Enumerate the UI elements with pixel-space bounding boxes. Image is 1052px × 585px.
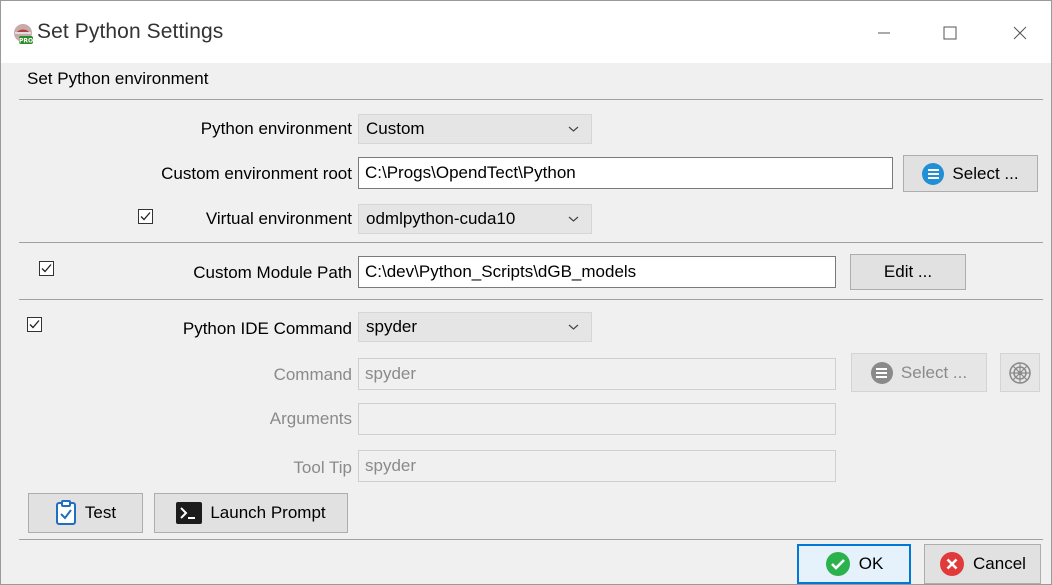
close-icon [1013, 26, 1027, 40]
select-command-button[interactable]: Select ... [851, 353, 987, 392]
module-path-checkbox[interactable] [39, 261, 54, 276]
test-button[interactable]: Test [28, 493, 143, 533]
section-divider [19, 299, 1043, 300]
edit-button-label: Edit ... [883, 262, 933, 281]
cancel-circle-icon [940, 552, 965, 576]
clipboard-check-icon [55, 500, 76, 525]
window-title: Set Python Settings [37, 20, 224, 43]
python-environment-value: Custom [366, 119, 425, 138]
command-input[interactable]: spyder [358, 358, 836, 390]
ok-button[interactable]: OK [797, 544, 911, 584]
svg-text:PRO: PRO [19, 38, 33, 45]
tooltip-input[interactable]: spyder [358, 450, 836, 482]
check-icon [41, 264, 52, 273]
arguments-label: Arguments [269, 409, 352, 428]
chevron-down-icon [568, 324, 579, 330]
maximize-button[interactable] [927, 16, 973, 50]
module-path-input[interactable]: C:\dev\Python_Scripts\dGB_models [358, 256, 836, 288]
select-root-button-label: Select ... [952, 163, 1019, 183]
virtual-env-checkbox[interactable] [138, 209, 153, 224]
edit-module-path-button[interactable]: Edit ... [850, 254, 966, 290]
command-label: Command [273, 365, 352, 384]
ide-checkbox[interactable] [27, 317, 42, 332]
section-divider [19, 242, 1043, 243]
python-settings-dialog: PRO Set Python Settings Set Python envir… [0, 0, 1052, 585]
virtual-env-label: Virtual environment [205, 209, 352, 228]
virtual-env-value: odmlpython-cuda10 [366, 209, 516, 228]
list-icon [922, 162, 945, 185]
virtual-env-combo[interactable]: odmlpython-cuda10 [358, 204, 592, 234]
module-path-label: Custom Module Path [193, 263, 352, 282]
ide-settings-button[interactable] [1000, 353, 1040, 392]
minimize-button[interactable] [861, 16, 907, 50]
section-title: Set Python environment [27, 69, 209, 88]
ok-button-label: OK [858, 554, 884, 573]
python-environment-label: Python environment [200, 119, 352, 138]
chevron-down-icon [568, 126, 579, 132]
ide-command-value: spyder [366, 317, 418, 336]
test-button-label: Test [84, 503, 117, 522]
list-icon [870, 361, 893, 384]
chevron-down-icon [568, 216, 579, 222]
cancel-button[interactable]: Cancel [924, 544, 1041, 584]
close-button[interactable] [997, 16, 1043, 50]
cancel-button-label: Cancel [973, 554, 1026, 573]
ide-command-combo[interactable]: spyder [358, 312, 592, 342]
launch-prompt-button-label: Launch Prompt [210, 503, 326, 522]
check-icon [140, 212, 151, 221]
tooltip-label: Tool Tip [293, 458, 352, 477]
launch-prompt-button[interactable]: Launch Prompt [154, 493, 348, 533]
check-icon [29, 320, 40, 329]
minimize-icon [878, 32, 890, 34]
terminal-icon [176, 502, 203, 524]
ide-command-label: Python IDE Command [182, 319, 352, 338]
maximize-icon [943, 26, 957, 40]
select-command-button-label: Select ... [900, 362, 968, 382]
python-environment-combo[interactable]: Custom [358, 114, 592, 144]
custom-root-label: Custom environment root [161, 164, 352, 183]
arguments-input[interactable] [358, 403, 836, 435]
opendtect-pro-app-icon: PRO [14, 24, 33, 45]
select-root-button[interactable]: Select ... [903, 155, 1038, 192]
spider-web-icon [1009, 361, 1031, 384]
custom-root-input[interactable]: C:\Progs\OpendTect\Python [358, 157, 893, 189]
check-circle-icon [825, 552, 850, 576]
title-bar: PRO Set Python Settings [1, 1, 1051, 63]
section-divider [19, 539, 1043, 540]
section-divider [19, 99, 1043, 100]
